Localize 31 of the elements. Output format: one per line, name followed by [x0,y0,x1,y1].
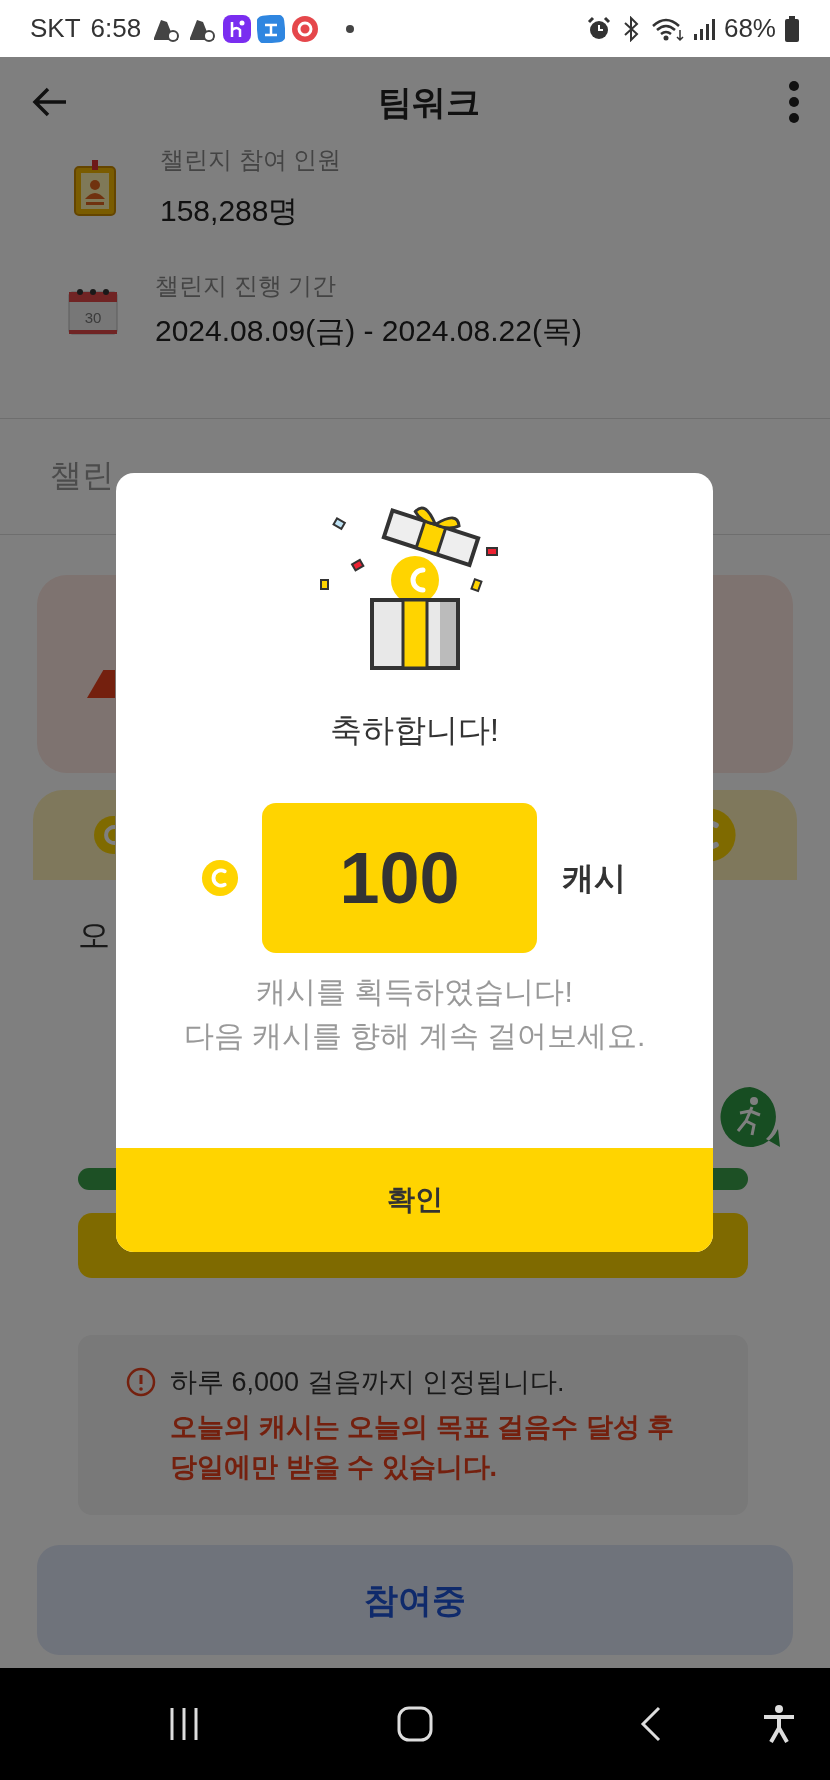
info-label: 챌린지 진행 기간 [155,273,338,299]
cash-amount: 100 [262,803,537,953]
participating-button[interactable]: 참여중 [37,1545,793,1655]
app-icon [223,14,252,43]
battery-icon [784,14,800,43]
more-menu-icon[interactable] [788,80,800,124]
dialog-message: 캐시를 획득하였습니다! 다음 캐시를 향해 계속 걸어보세요. [183,974,646,1054]
back-icon[interactable] [639,1705,663,1743]
id-badge-icon [73,159,117,217]
screen-title: 팀워크 [378,81,480,123]
info-value: 2024.08.09(금) - 2024.08.22(목) [155,313,582,349]
coin-icon [201,859,239,897]
alarm-icon [585,15,612,42]
battery-percentage: 68% [723,12,776,45]
info-label: 챌린지 참여 인원 [160,147,342,173]
carrier-label: SKT [30,12,81,45]
dot-icon [345,23,356,34]
home-icon[interactable] [396,1705,434,1743]
app-icon [291,14,320,43]
app-icon [257,14,286,43]
card-title: 오 [78,916,111,955]
running-chat-icon [718,1085,782,1149]
alert-circle-icon [126,1367,156,1397]
warning-icon [85,670,115,700]
accessibility-icon[interactable] [761,1704,797,1744]
warning-text: 오늘의 캐시는 오늘의 목표 걸음수 달성 후 당일에만 받을 수 있습니다. [170,1411,674,1484]
clock-time: 6:58 [90,12,142,45]
cash-unit: 캐시 [562,859,626,898]
info-value: 158,288명 [160,193,300,229]
notice-text: 하루 6,000 걸음까지 인정됩니다. [170,1366,566,1399]
dialog-title: 축하합니다! [330,711,499,750]
